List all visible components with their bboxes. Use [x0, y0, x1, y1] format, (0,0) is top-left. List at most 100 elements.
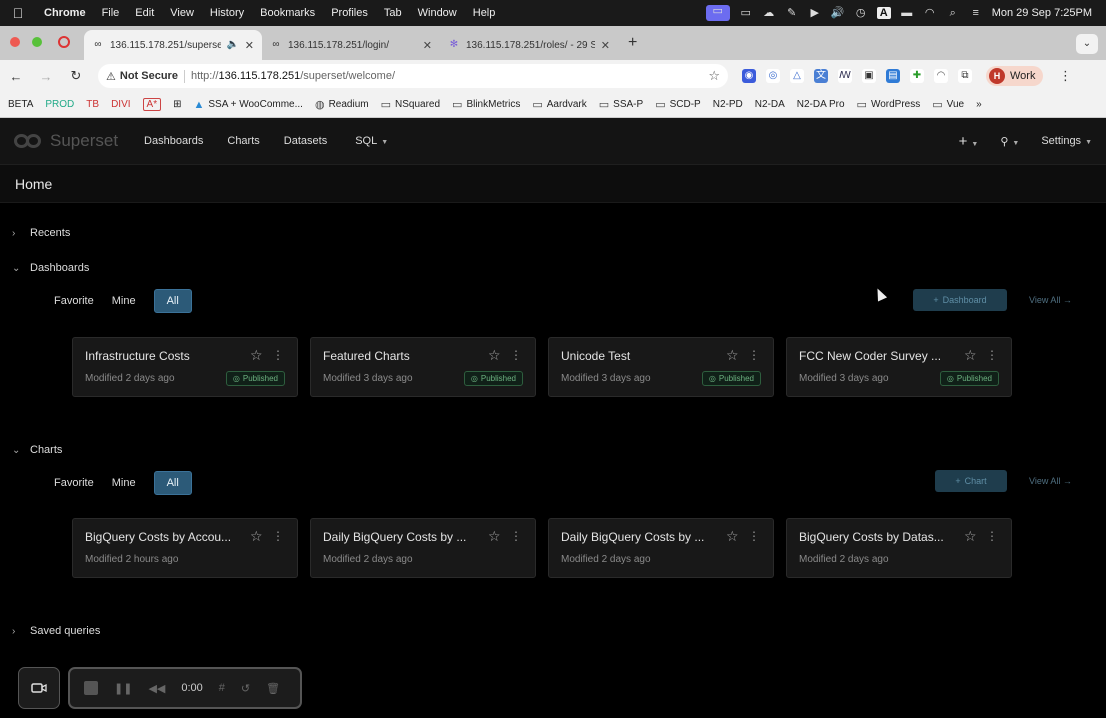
display-icon[interactable]: ▭ — [739, 7, 753, 19]
control-center-icon[interactable]: ≡ — [969, 7, 983, 19]
menubar-datetime[interactable]: Mon 29 Sep 7:25PM — [992, 7, 1092, 19]
bookmark-wordpress[interactable]: ▭ WordPress — [857, 98, 921, 111]
bookmark-vue[interactable]: ▭ Vue — [932, 98, 964, 111]
camera-toggle-button[interactable] — [18, 667, 60, 709]
new-item-button[interactable]: + ▼ — [959, 133, 979, 150]
card-title[interactable]: Daily BigQuery Costs by ... — [323, 530, 481, 544]
menu-app[interactable]: Chrome — [36, 7, 94, 19]
audio-icon[interactable]: 🔈 — [227, 39, 239, 51]
pen-icon[interactable]: ✎ — [785, 7, 799, 19]
menu-window[interactable]: Window — [410, 7, 465, 19]
address-bar[interactable]: ⚠ Not Secure http://136.115.178.251/supe… — [98, 64, 728, 88]
menu-file[interactable]: File — [94, 7, 128, 19]
menu-help[interactable]: Help — [465, 7, 504, 19]
kebab-menu-icon[interactable]: ⋮ — [272, 348, 284, 362]
bookmark-prod[interactable]: PROD — [45, 99, 74, 110]
stop-icon[interactable] — [84, 681, 98, 695]
mute-icon[interactable]: ◀◀ — [148, 682, 165, 695]
plus-extension-icon[interactable]: ✚ — [910, 69, 924, 83]
battery-icon[interactable]: ▬ — [900, 7, 914, 19]
trash-icon[interactable]: 🗑 — [266, 682, 280, 695]
bookmark-readium[interactable]: ◍ Readium — [315, 98, 369, 111]
bookmark-n2-da-pro[interactable]: N2-DA Pro — [797, 99, 845, 110]
close-tab-icon[interactable]: ✕ — [423, 39, 432, 52]
site-info-button[interactable]: ⚠ Not Secure — [106, 69, 185, 83]
filter-favorite[interactable]: Favorite — [54, 295, 94, 307]
star-icon[interactable]: ☆ — [726, 528, 739, 545]
back-arrow-icon[interactable]: ← — [8, 69, 24, 84]
card-title[interactable]: Unicode Test — [561, 349, 719, 363]
zoom-window-button[interactable] — [32, 37, 42, 47]
filter-favorite[interactable]: Favorite — [54, 477, 94, 489]
filter-all[interactable]: All — [153, 471, 192, 495]
new-tab-button[interactable]: + — [618, 34, 647, 60]
input-source-icon[interactable]: A — [876, 7, 891, 19]
extension-icon[interactable]: ◉ — [742, 69, 756, 83]
more-menu-icon[interactable]: ⋮ — [1057, 68, 1073, 84]
card-title[interactable]: BigQuery Costs by Accou... — [85, 530, 243, 544]
puzzle-icon[interactable]: ⧉ — [958, 69, 972, 83]
tab-login[interactable]: ∞ 136.115.178.251/login/ ✕ — [262, 30, 440, 60]
section-dashboards[interactable]: ⌄ Dashboards — [12, 262, 89, 274]
filter-mine[interactable]: Mine — [112, 295, 136, 307]
grid-icon[interactable]: # — [219, 682, 225, 694]
screen-record-icon[interactable]: ▭ — [705, 5, 730, 21]
extension-icon[interactable]: ◠ — [934, 69, 948, 83]
pause-icon[interactable]: ❚❚ — [114, 682, 132, 695]
kebab-menu-icon[interactable]: ⋮ — [510, 529, 522, 543]
bookmark-tb[interactable]: TB — [86, 99, 99, 110]
kebab-menu-icon[interactable]: ⋮ — [986, 529, 998, 543]
menu-profiles[interactable]: Profiles — [323, 7, 376, 19]
chart-card[interactable]: BigQuery Costs by Accou... ☆ ⋮ Modified … — [72, 518, 298, 578]
bookmark-a-star[interactable]: A* — [142, 98, 162, 111]
star-icon[interactable]: ☆ — [964, 347, 977, 364]
bookmark-n2-da[interactable]: N2-DA — [755, 99, 785, 110]
translate-icon[interactable]: 文 — [814, 69, 828, 83]
section-saved-queries[interactable]: › Saved queries — [12, 625, 100, 637]
apple-icon[interactable]:  — [0, 5, 36, 21]
card-title[interactable]: Featured Charts — [323, 349, 481, 363]
dashboard-card[interactable]: Infrastructure Costs ☆ ⋮ Modified 2 days… — [72, 337, 298, 397]
bookmark-divi[interactable]: DIVI — [111, 99, 130, 110]
tab-superset[interactable]: ∞ 136.115.178.251/superset 🔈 ✕ — [84, 30, 262, 60]
menu-edit[interactable]: Edit — [127, 7, 162, 19]
card-title[interactable]: Daily BigQuery Costs by ... — [561, 530, 719, 544]
superset-logo[interactable]: Superset — [14, 131, 118, 151]
clock-icon[interactable]: ◷ — [854, 7, 868, 19]
spotlight-search-icon[interactable]: ⌕ — [946, 7, 960, 19]
star-icon[interactable]: ☆ — [964, 528, 977, 545]
kebab-menu-icon[interactable]: ⋮ — [510, 348, 522, 362]
bookmark-scd-p[interactable]: ▭ SCD-P — [655, 98, 701, 111]
extension-icon[interactable]: ꟿ — [838, 69, 852, 83]
image-icon[interactable]: ▣ — [862, 69, 876, 83]
dashboards-view-all-link[interactable]: View All → — [1029, 295, 1072, 305]
star-icon[interactable]: ☆ — [726, 347, 739, 364]
dashboard-card[interactable]: Featured Charts ☆ ⋮ Modified 3 days ago … — [310, 337, 536, 397]
forward-arrow-icon[interactable]: → — [38, 69, 54, 84]
star-icon[interactable]: ☆ — [250, 347, 263, 364]
menu-view[interactable]: View — [162, 7, 202, 19]
menu-tab[interactable]: Tab — [376, 7, 410, 19]
charts-view-all-link[interactable]: View All → — [1029, 476, 1072, 486]
url-text[interactable]: http://136.115.178.251/superset/welcome/ — [191, 70, 395, 82]
nav-sql[interactable]: SQL ▼ — [355, 135, 388, 147]
chart-card[interactable]: Daily BigQuery Costs by ... ☆ ⋮ Modified… — [310, 518, 536, 578]
card-title[interactable]: Infrastructure Costs — [85, 349, 243, 363]
bookmark-star-icon[interactable]: ☆ — [708, 68, 720, 84]
card-title[interactable]: BigQuery Costs by Datas... — [799, 530, 957, 544]
bookmark-blinkmetrics[interactable]: ▭ BlinkMetrics — [452, 98, 520, 111]
star-icon[interactable]: ☆ — [488, 347, 501, 364]
tab-roles[interactable]: ✻ 136.115.178.251/roles/ - 29 Sep ✕ — [440, 30, 618, 60]
bookmark-ssa-woocommerce[interactable]: ▲ SSA + WooComme... — [193, 99, 302, 111]
section-recents[interactable]: › Recents — [12, 227, 70, 239]
close-tab-icon[interactable]: ✕ — [601, 39, 610, 52]
settings-menu[interactable]: Settings ▼ — [1041, 135, 1092, 147]
chart-card[interactable]: BigQuery Costs by Datas... ☆ ⋮ Modified … — [786, 518, 1012, 578]
dashboard-card[interactable]: FCC New Coder Survey ... ☆ ⋮ Modified 3 … — [786, 337, 1012, 397]
card-title[interactable]: FCC New Coder Survey ... — [799, 349, 957, 363]
close-window-button[interactable] — [10, 37, 20, 47]
star-icon[interactable]: ☆ — [250, 528, 263, 545]
filter-mine[interactable]: Mine — [112, 477, 136, 489]
kebab-menu-icon[interactable]: ⋮ — [272, 529, 284, 543]
dashboard-card[interactable]: Unicode Test ☆ ⋮ Modified 3 days ago ◎ Pu… — [548, 337, 774, 397]
